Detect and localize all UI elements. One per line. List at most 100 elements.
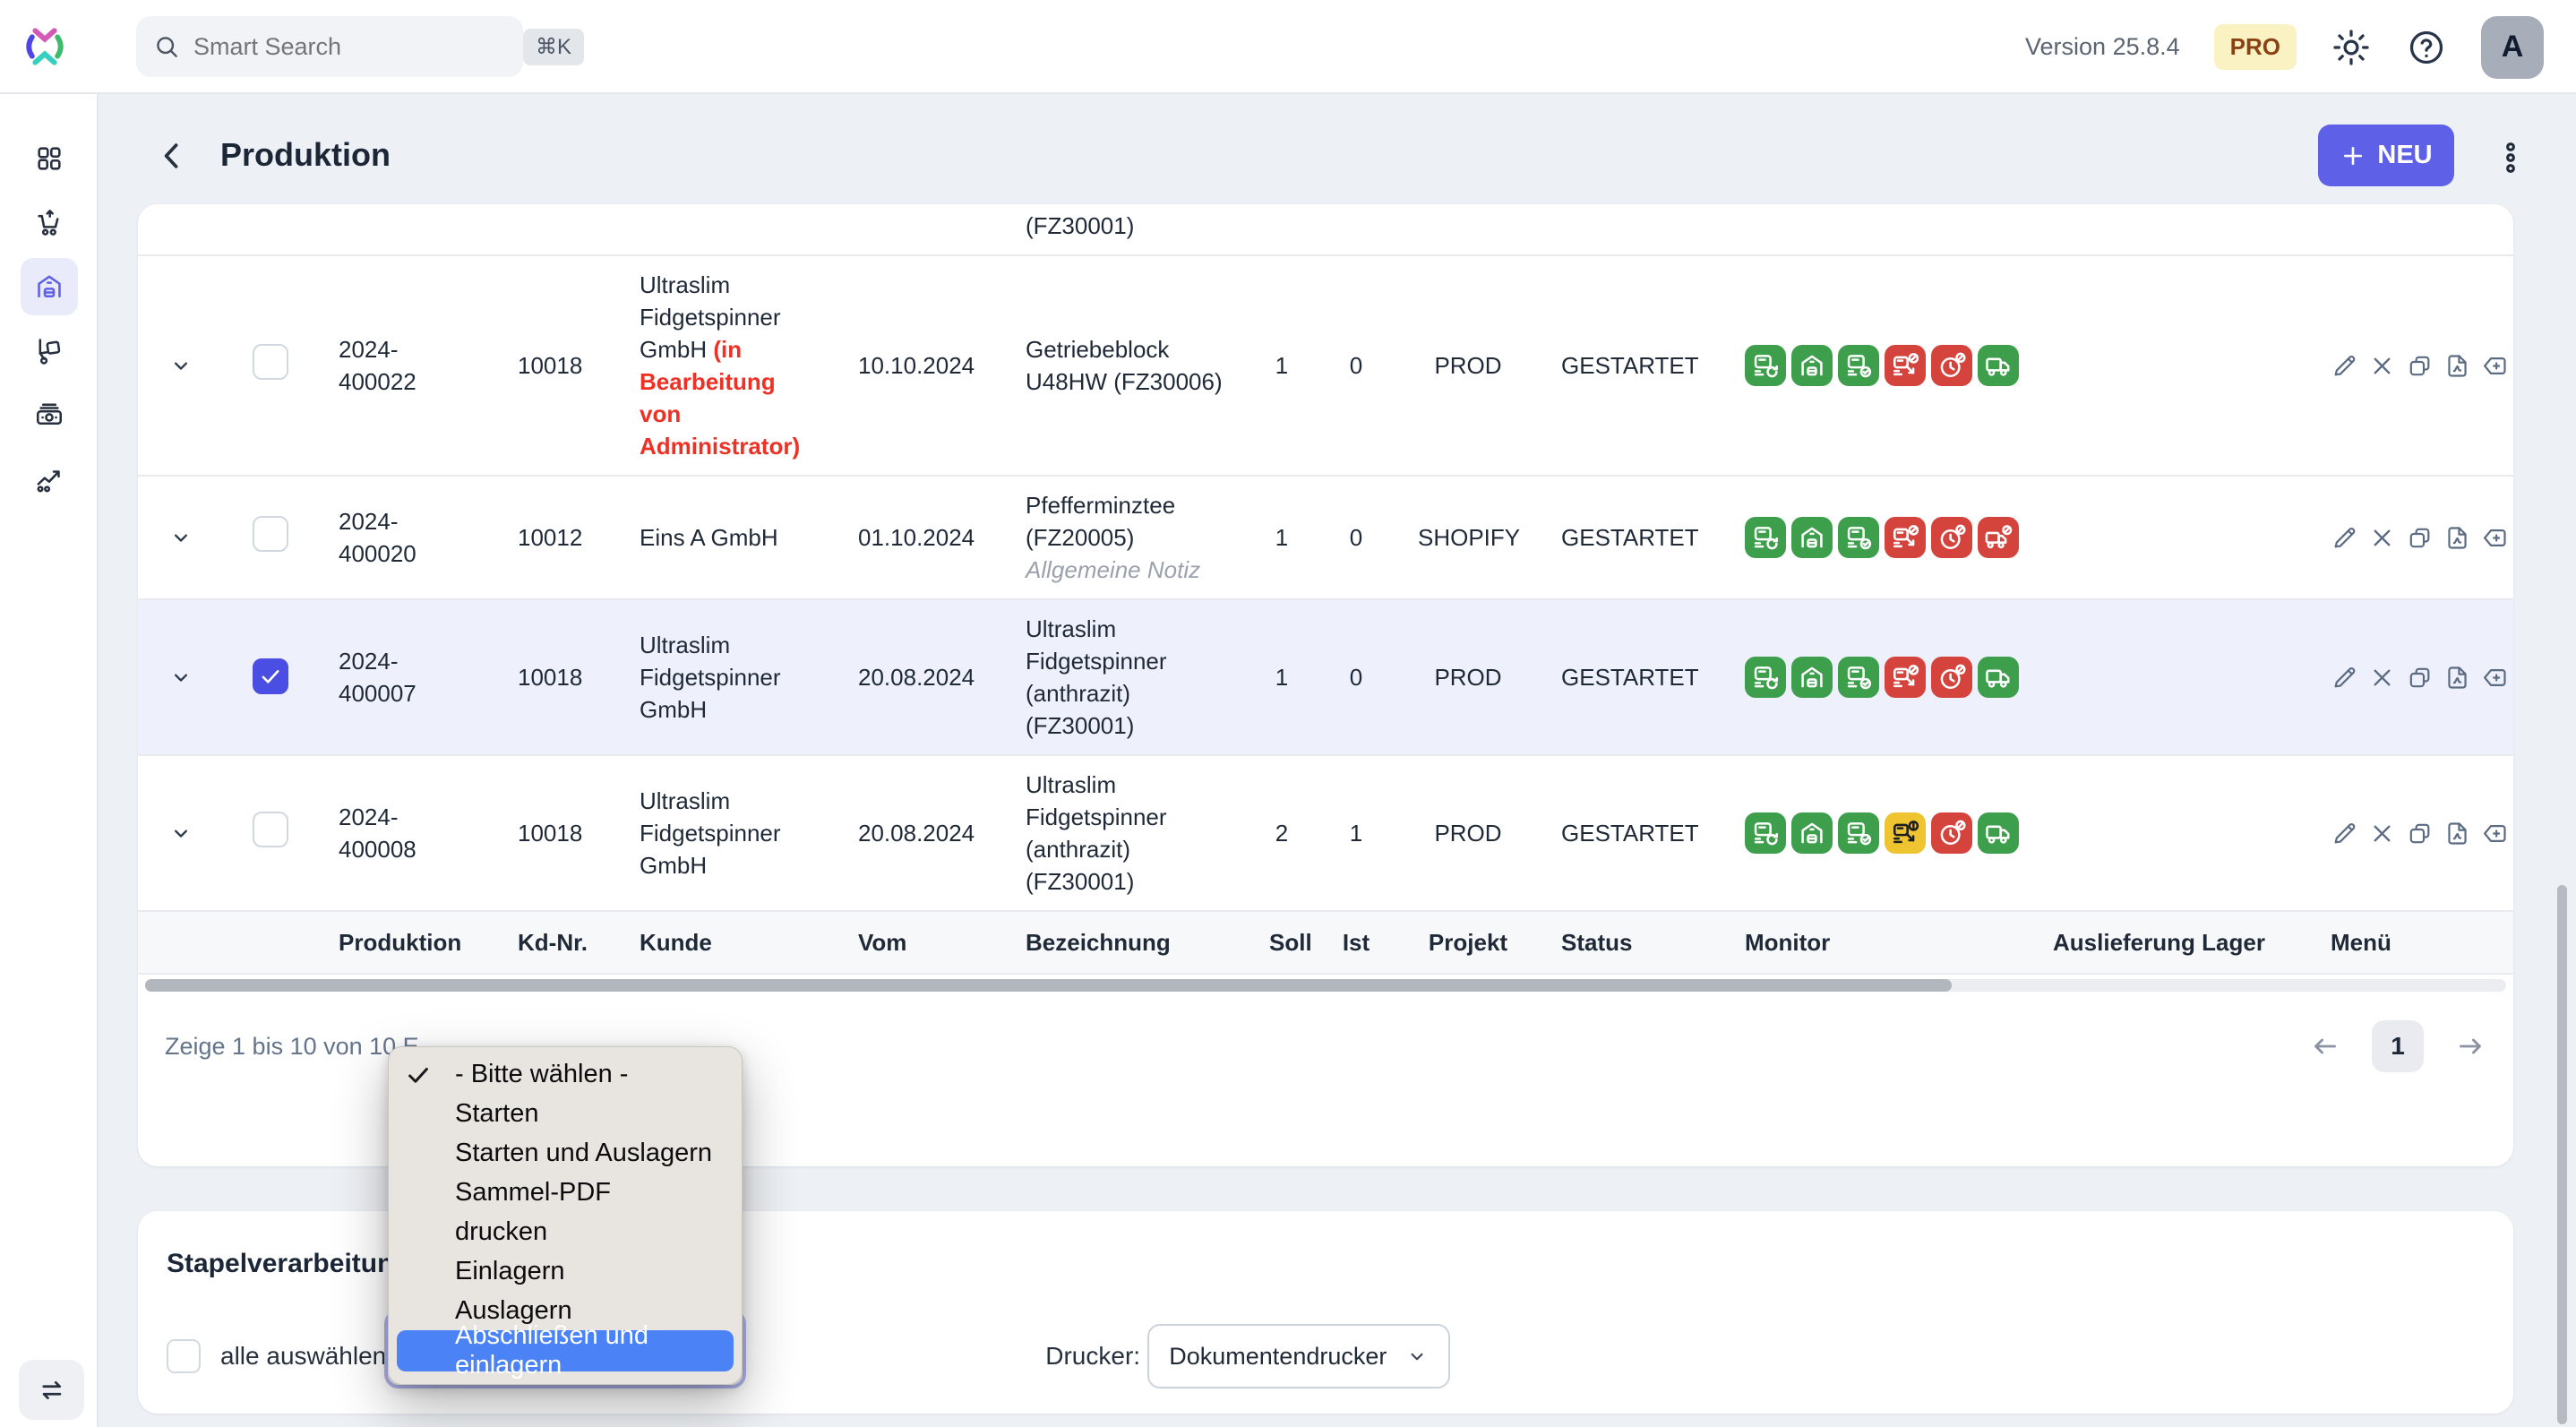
search-input[interactable] [193, 33, 511, 61]
sidebar-item-reports[interactable] [21, 451, 78, 508]
pdf-export-icon[interactable] [2443, 352, 2471, 380]
col-bezeichnung[interactable]: Bezeichnung [1004, 911, 1248, 974]
col-auslieferung-lager[interactable]: Auslieferung Lager [2031, 911, 2309, 974]
back-button[interactable] [152, 136, 192, 176]
production-out-blocked-icon[interactable] [1885, 657, 1926, 698]
production-sync-icon[interactable] [1745, 345, 1786, 386]
menu-option[interactable]: Starten und Auslagern [389, 1133, 742, 1173]
remove-x-icon[interactable] [2368, 524, 2396, 552]
warehouse-status-icon[interactable] [1791, 657, 1833, 698]
pdf-export-icon[interactable] [2443, 524, 2471, 552]
cell-kd-nr: 10012 [496, 476, 618, 599]
sidebar-item-dashboard[interactable] [21, 130, 78, 187]
pdf-export-icon[interactable] [2443, 820, 2471, 847]
table-row[interactable]: 2024-400022 10018 Ultraslim Fidgetspinne… [138, 255, 2513, 476]
remove-x-icon[interactable] [2368, 352, 2396, 380]
row-checkbox[interactable] [253, 516, 288, 552]
production-out-blocked-icon[interactable] [1885, 345, 1926, 386]
tag-add-icon[interactable] [2481, 664, 2509, 692]
expand-chevron-icon[interactable] [168, 353, 193, 378]
duplicate-icon[interactable] [2406, 820, 2434, 847]
production-out-blocked-icon[interactable] [1885, 517, 1926, 558]
col-status[interactable]: Status [1540, 911, 1723, 974]
production-sync-icon[interactable] [1745, 517, 1786, 558]
more-options-icon[interactable] [2493, 140, 2529, 176]
time-blocked-icon[interactable] [1931, 812, 1972, 854]
avatar[interactable]: A [2481, 16, 2544, 79]
select-all-checkbox[interactable] [167, 1339, 201, 1373]
tag-add-icon[interactable] [2481, 524, 2509, 552]
duplicate-icon[interactable] [2406, 664, 2434, 692]
menu-option-highlighted[interactable]: Abschließen und einlagern [397, 1330, 734, 1371]
col-produktion[interactable]: Produktion [317, 911, 496, 974]
table-row-clipped[interactable]: (FZ30001) [138, 204, 2513, 255]
next-page-icon[interactable] [2454, 1030, 2486, 1062]
vertical-scrollbar-thumb[interactable] [2557, 885, 2567, 1424]
remove-x-icon[interactable] [2368, 820, 2396, 847]
production-check-icon[interactable] [1838, 812, 1879, 854]
warehouse-status-icon[interactable] [1791, 812, 1833, 854]
printer-select[interactable]: Dokumentendrucker [1147, 1324, 1450, 1388]
row-checkbox[interactable] [253, 812, 288, 847]
row-checkbox[interactable] [253, 344, 288, 380]
tag-add-icon[interactable] [2481, 352, 2509, 380]
help-icon[interactable] [2406, 27, 2447, 68]
table-row[interactable]: 2024-400008 10018 Ultraslim Fidgetspinne… [138, 755, 2513, 911]
prev-page-icon[interactable] [2309, 1030, 2341, 1062]
duplicate-icon[interactable] [2406, 352, 2434, 380]
sidebar-item-logistics[interactable] [21, 322, 78, 380]
edit-pencil-icon[interactable] [2331, 820, 2358, 847]
edit-pencil-icon[interactable] [2331, 664, 2358, 692]
production-sync-icon[interactable] [1745, 812, 1786, 854]
col-vom[interactable]: Vom [837, 911, 1004, 974]
table-row[interactable]: 2024-400020 10012 Eins A GmbH 01.10.2024… [138, 476, 2513, 599]
warehouse-status-icon[interactable] [1791, 517, 1833, 558]
gear-icon[interactable] [2331, 27, 2372, 68]
col-soll[interactable]: Soll [1248, 911, 1316, 974]
col-menu[interactable]: Menü [2309, 911, 2513, 974]
delivery-truck-icon[interactable] [1978, 345, 2019, 386]
col-kd-nr[interactable]: Kd-Nr. [496, 911, 618, 974]
delivery-blocked-icon[interactable] [1978, 517, 2019, 558]
delivery-truck-icon[interactable] [1978, 657, 2019, 698]
time-blocked-icon[interactable] [1931, 657, 1972, 698]
menu-option[interactable]: Sammel-PDF [389, 1173, 742, 1212]
menu-option[interactable]: Einlagern [389, 1251, 742, 1291]
expand-chevron-icon[interactable] [168, 821, 193, 846]
delivery-truck-icon[interactable] [1978, 812, 2019, 854]
menu-option[interactable]: Starten [389, 1094, 742, 1133]
production-sync-icon[interactable] [1745, 657, 1786, 698]
smart-search[interactable]: ⌘K [136, 16, 523, 77]
current-page[interactable]: 1 [2372, 1020, 2424, 1072]
edit-pencil-icon[interactable] [2331, 352, 2358, 380]
expand-chevron-icon[interactable] [168, 525, 193, 550]
sidebar-item-warehouse[interactable] [21, 258, 78, 315]
horizontal-scrollbar[interactable] [145, 979, 2506, 992]
remove-x-icon[interactable] [2368, 664, 2396, 692]
tag-add-icon[interactable] [2481, 820, 2509, 847]
expand-chevron-icon[interactable] [168, 665, 193, 690]
table-row-selected[interactable]: 2024-400007 10018 Ultraslim Fidgetspinne… [138, 599, 2513, 755]
edit-pencil-icon[interactable] [2331, 524, 2358, 552]
production-check-icon[interactable] [1838, 657, 1879, 698]
col-kunde[interactable]: Kunde [618, 911, 837, 974]
sidebar-item-finance[interactable] [21, 387, 78, 444]
warehouse-status-icon[interactable] [1791, 345, 1833, 386]
col-ist[interactable]: Ist [1316, 911, 1396, 974]
production-out-warning-icon[interactable] [1885, 812, 1926, 854]
pdf-export-icon[interactable] [2443, 664, 2471, 692]
production-check-icon[interactable] [1838, 517, 1879, 558]
time-blocked-icon[interactable] [1931, 345, 1972, 386]
sidebar-transfer-button[interactable] [19, 1360, 84, 1420]
menu-option[interactable]: - Bitte wählen - [389, 1054, 742, 1094]
duplicate-icon[interactable] [2406, 524, 2434, 552]
col-monitor[interactable]: Monitor [1723, 911, 2031, 974]
col-projekt[interactable]: Projekt [1396, 911, 1540, 974]
new-button[interactable]: NEU [2318, 125, 2454, 186]
sidebar-item-sales[interactable] [21, 194, 78, 252]
row-checkbox-checked[interactable] [253, 658, 288, 694]
time-blocked-icon[interactable] [1931, 517, 1972, 558]
production-check-icon[interactable] [1838, 345, 1879, 386]
horizontal-scrollbar-thumb[interactable] [145, 979, 1952, 992]
menu-option[interactable]: drucken [389, 1212, 742, 1251]
